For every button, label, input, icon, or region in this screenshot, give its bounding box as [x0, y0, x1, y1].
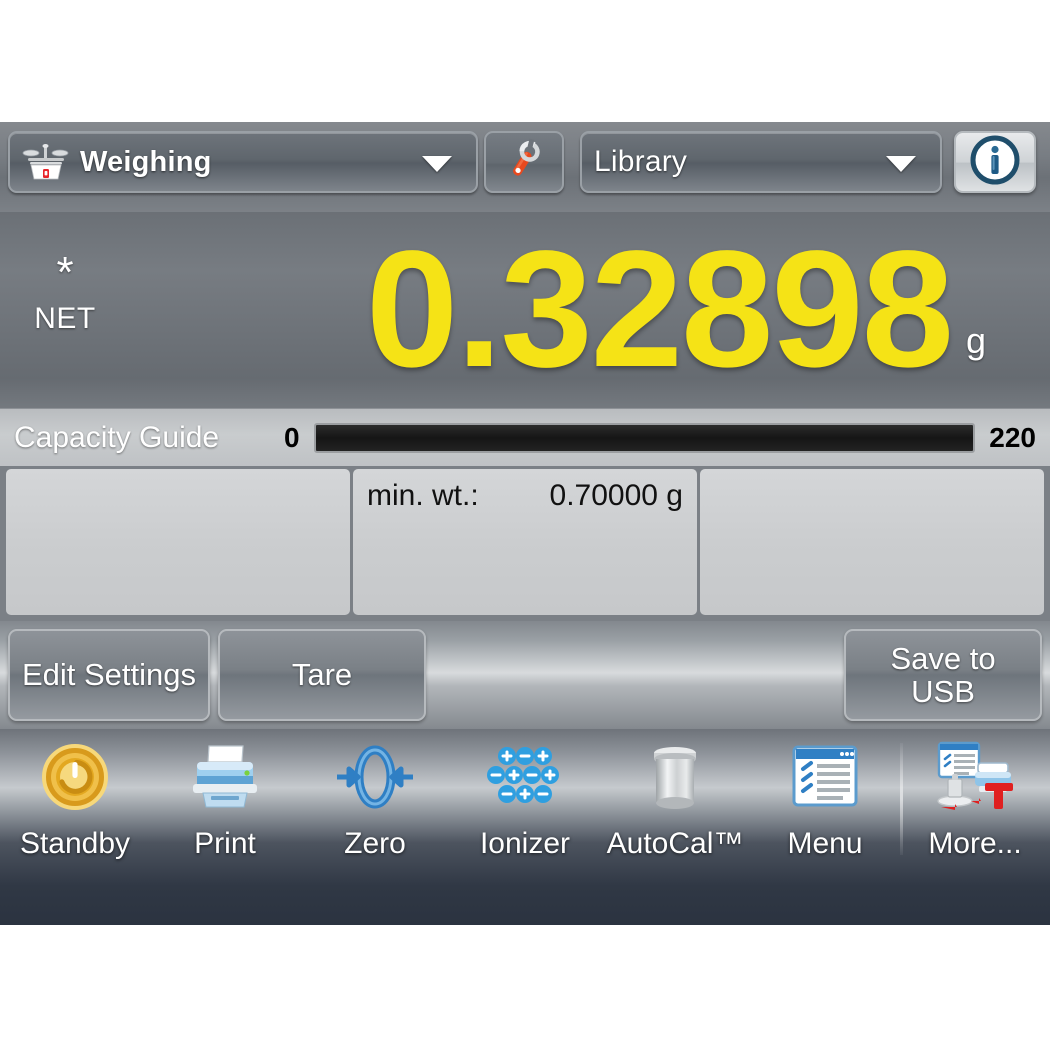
save-to-usb-line1: Save to [890, 640, 996, 676]
bottom-toolbar: Standby Print Zero Ionizer AutoCal™ Menu… [0, 729, 1050, 925]
weight-value: 0.32898 [365, 217, 954, 402]
toolbar-label-ionizer: Ionizer [479, 827, 571, 860]
action-button-row: Edit Settings Tare Save to USB [0, 621, 1050, 729]
info-panel-left[interactable] [6, 469, 350, 615]
net-indicator: NET [34, 302, 96, 336]
ionizer-charges-icon [482, 739, 568, 815]
toolbar-label-more: More... [928, 827, 1022, 860]
weight-display: * NET 0.32898 g [0, 212, 1050, 408]
info-panel-row: min. wt.: 0.70000 g [0, 466, 1050, 621]
library-dropdown[interactable]: Library [580, 131, 942, 193]
capacity-guide: Capacity Guide 0 220 [0, 408, 1050, 466]
top-toolbar: Weighing Library [0, 122, 1050, 212]
wrench-icon [501, 137, 547, 188]
toolbar-item-autocal[interactable]: AutoCal™ [600, 739, 750, 861]
power-standby-icon [39, 739, 111, 815]
toolbar-item-more[interactable]: More... [900, 739, 1050, 861]
stability-star-indicator: * [56, 247, 74, 297]
application-mode-label: Weighing [80, 145, 212, 178]
toolbar-label-print: Print [194, 827, 256, 860]
toolbar-label-standby: Standby [19, 827, 131, 860]
info-panel-center[interactable]: min. wt.: 0.70000 g [353, 469, 697, 615]
toolbar-label-autocal: AutoCal™ [606, 827, 744, 860]
save-to-usb-line2: USB [911, 674, 975, 709]
calibration-weight-icon [642, 739, 708, 815]
chevron-down-icon[interactable] [422, 156, 452, 172]
settings-wrench-button[interactable] [484, 131, 564, 193]
save-to-usb-button[interactable]: Save to USB [844, 629, 1042, 721]
zero-arrows-icon [333, 739, 417, 815]
edit-settings-button[interactable]: Edit Settings [8, 629, 210, 721]
weight-unit: g [966, 320, 987, 361]
info-icon [970, 135, 1020, 190]
toolbar-label-menu: Menu [787, 827, 863, 860]
capacity-max-value: 220 [989, 421, 1036, 453]
info-panel-right[interactable] [700, 469, 1044, 615]
toolbar-label-zero: Zero [344, 827, 406, 860]
application-mode-dropdown[interactable]: Weighing [8, 131, 478, 193]
min-weight-value: 0.70000 g [549, 479, 683, 512]
toolbar-item-zero[interactable]: Zero [300, 739, 450, 861]
capacity-min-value: 0 [284, 421, 300, 453]
menu-list-window-icon [790, 739, 860, 815]
capacity-guide-label: Capacity Guide [14, 420, 220, 454]
balance-scale-icon [22, 142, 70, 182]
balance-touchscreen: Weighing Library * NET 0.32898 g Capacit… [0, 122, 1050, 925]
toolbar-separator [900, 743, 903, 855]
info-button[interactable] [954, 131, 1036, 193]
printer-icon [187, 739, 263, 815]
min-weight-label: min. wt.: [367, 479, 479, 512]
chevron-down-icon[interactable] [886, 156, 916, 172]
more-applications-icon [935, 739, 1015, 815]
toolbar-item-print[interactable]: Print [150, 739, 300, 861]
toolbar-item-standby[interactable]: Standby [0, 739, 150, 861]
toolbar-item-ionizer[interactable]: Ionizer [450, 739, 600, 861]
tare-button[interactable]: Tare [218, 629, 426, 721]
display-flags: * NET [0, 247, 130, 363]
library-label: Library [594, 145, 688, 178]
capacity-bar [313, 422, 976, 453]
toolbar-item-menu[interactable]: Menu [750, 739, 900, 861]
